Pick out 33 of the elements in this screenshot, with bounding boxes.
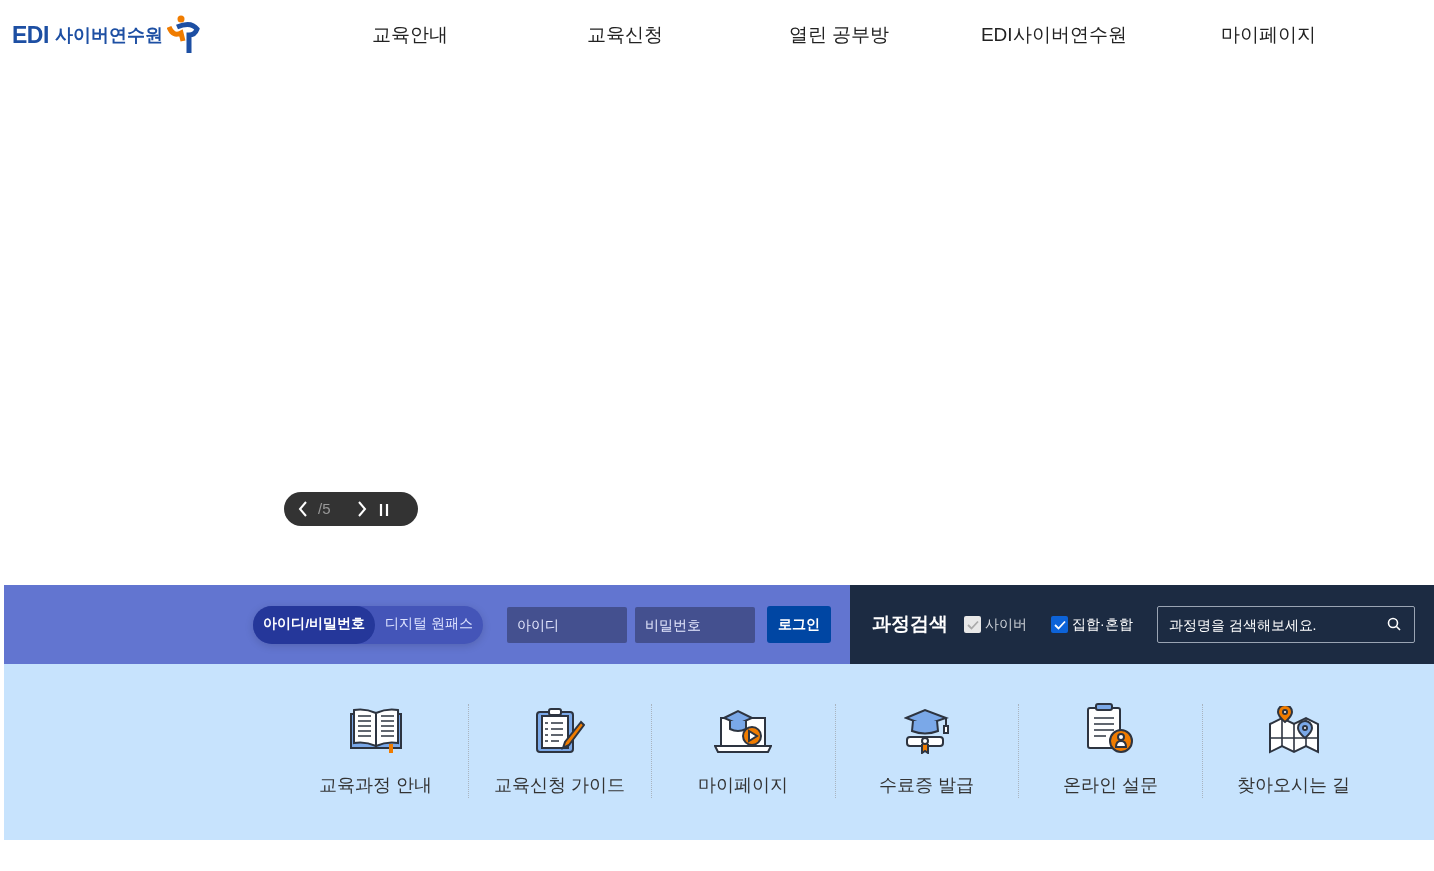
chevron-left-icon: [298, 501, 308, 518]
login-button[interactable]: 로그인: [767, 606, 831, 643]
quick-link[interactable]: 찾아오시는 길: [1237, 771, 1351, 798]
quick-link[interactable]: 온라인 설문: [1062, 771, 1158, 798]
graduation-cap-diploma-icon: [903, 708, 950, 754]
open-book-icon: [348, 706, 403, 754]
clipboard-person-icon: [1086, 702, 1135, 754]
nav-menu-item[interactable]: 마이페이지: [1161, 20, 1376, 50]
quick-link[interactable]: 마이페이지: [698, 771, 789, 798]
id-input-field[interactable]: 아이디: [507, 606, 627, 643]
map-pin-icon: [1267, 706, 1320, 754]
password-input-field[interactable]: 비밀번호: [635, 606, 755, 643]
course-search-field[interactable]: 과정명을 검색해보세요.: [1156, 606, 1415, 643]
quick-link[interactable]: 교육과정 안내: [319, 771, 433, 798]
quick-link[interactable]: 교육신청 가이드: [494, 771, 626, 798]
login-method-tab[interactable]: 디지털 원패스: [375, 605, 483, 644]
checkbox[interactable]: [1051, 616, 1068, 633]
search-icon: [1386, 617, 1401, 631]
checkbox-label: 집합·혼합: [1072, 615, 1133, 634]
pause-icon: [378, 502, 389, 517]
chevron-right-icon: [356, 501, 367, 518]
login-method-tab[interactable]: 아이디/비밀번호: [253, 605, 376, 644]
nav-menu-item[interactable]: EDI사이버연수원: [946, 20, 1161, 50]
quick-link[interactable]: 수료증 발급: [879, 771, 975, 798]
nav-menu-item[interactable]: 열린 공부방: [732, 20, 947, 50]
course-search-title: 과정검색: [872, 612, 948, 637]
site-logo[interactable]: EDI 사이버연수원: [12, 15, 201, 55]
slide-counter: /5: [318, 498, 331, 519]
nav-menu-item[interactable]: 교육안내: [303, 20, 518, 50]
clipboard-pencil-icon: [534, 708, 585, 754]
laptop-play-icon: [714, 708, 773, 754]
checkbox-label: 사이버: [985, 615, 1027, 634]
nav-menu-item[interactable]: 교육신청: [517, 20, 732, 50]
